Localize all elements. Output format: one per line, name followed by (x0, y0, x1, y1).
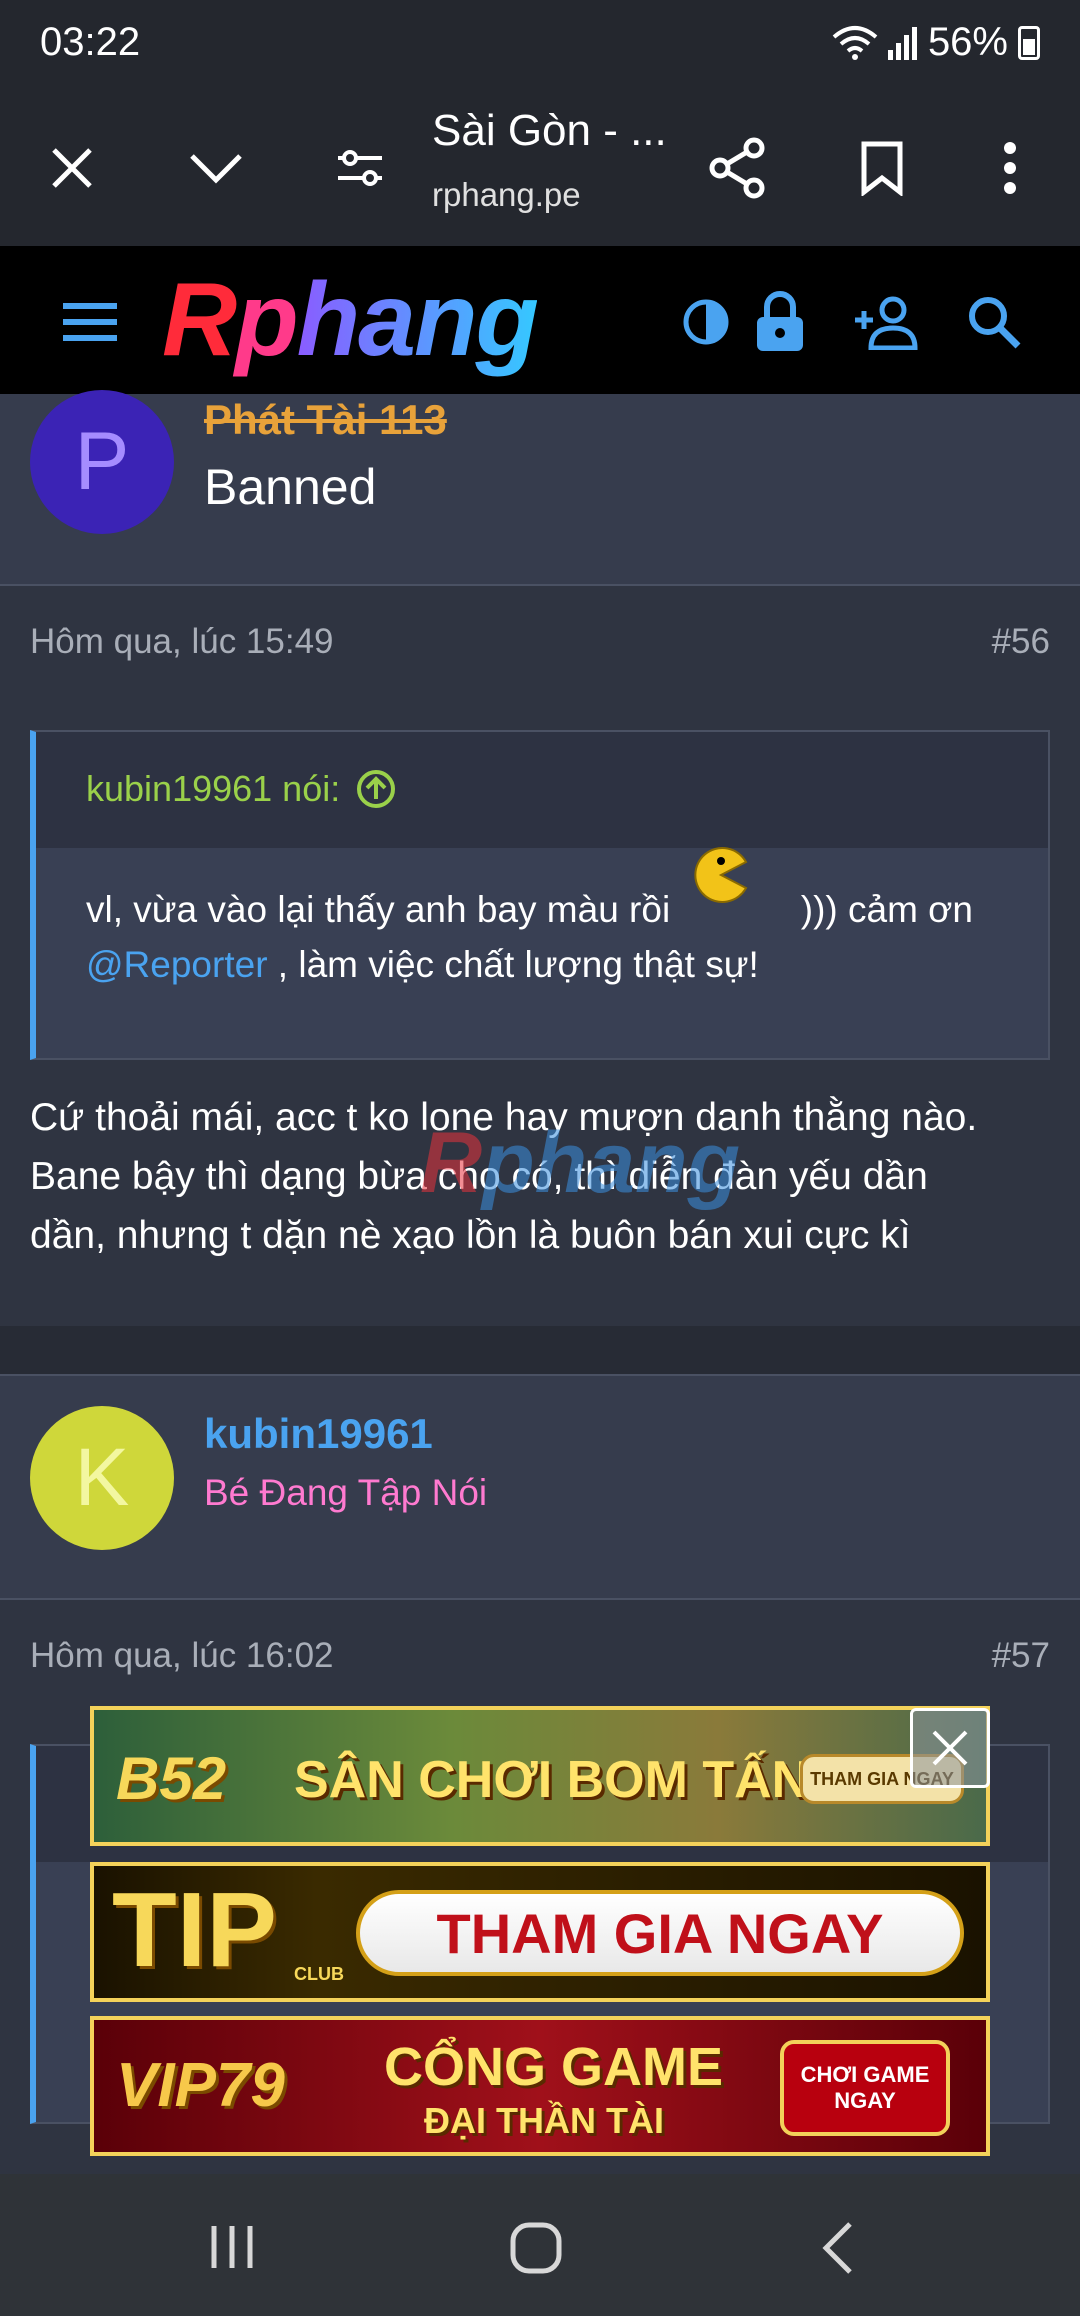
ad-brand: TIP (112, 1871, 277, 1989)
quote-author[interactable]: kubin19961 nói: (86, 768, 396, 810)
post-timestamp[interactable]: Hôm qua, lúc 16:02 (30, 1636, 334, 1676)
close-ad-button[interactable] (910, 1708, 990, 1788)
close-icon (52, 148, 92, 188)
login-button[interactable] (744, 286, 816, 358)
ad-brand-sub: CLUB (294, 1964, 344, 1984)
watermark-logo: Rphang (420, 1115, 741, 1211)
back-button[interactable] (806, 2218, 870, 2278)
ad-banner-tip[interactable]: TIP CLUB THAM GIA NGAY (90, 1862, 990, 2002)
menu-button[interactable] (54, 286, 126, 358)
quote-text-part: , làm việc chất lượng thật sự! (277, 944, 759, 985)
username[interactable]: Phát Tài 113 (204, 396, 447, 444)
quote-text-part: vl, vừa vào lại thấy anh bay màu rồi (86, 889, 671, 930)
wifi-icon (832, 25, 878, 60)
bookmark-button[interactable] (842, 128, 922, 208)
register-button[interactable] (850, 286, 922, 358)
ad-subheadline: ĐẠI THẦN TÀI (424, 2100, 664, 2141)
post-number[interactable]: #57 (992, 1636, 1050, 1676)
ad-brand: B52 (116, 1745, 227, 1812)
status-bar: 03:22 56% (0, 0, 1080, 92)
pacman-emoji-icon (680, 847, 790, 932)
tune-icon (338, 150, 382, 186)
add-user-icon (855, 296, 918, 350)
lock-icon (757, 291, 803, 351)
post-user-bar: P Phát Tài 113 Banned (0, 390, 1080, 586)
page-title[interactable]: Sài Gòn - ... (432, 106, 672, 156)
site-logo[interactable]: Rphang (162, 268, 539, 372)
battery-percent: 56% (927, 20, 1008, 64)
close-tab-button[interactable] (32, 128, 112, 208)
browser-toolbar: Sài Gòn - ... rphang.pe (0, 92, 1080, 246)
back-icon (822, 2222, 852, 2274)
ad-banner-vip79[interactable]: VIP79 CỔNG GAME ĐẠI THẦN TÀI CHƠI GAME N… (90, 2016, 990, 2156)
ad-banner-b52[interactable]: B52 SÂN CHƠI BOM TẤN THAM GIA NGAY (90, 1706, 990, 1846)
hamburger-icon (63, 303, 117, 341)
avatar[interactable]: P (30, 390, 174, 534)
status-icons: 56% (832, 20, 1040, 65)
ad-brand: VIP79 (116, 2051, 285, 2120)
site-header: Rphang (0, 246, 1080, 394)
post-timestamp[interactable]: Hôm qua, lúc 15:49 (30, 622, 334, 662)
theme-toggle-button[interactable] (670, 286, 742, 358)
minimize-button[interactable] (176, 128, 256, 208)
quote-text-part: ))) cảm ơn (800, 889, 974, 930)
quote-text: vl, vừa vào lại thấy anh bay màu rồi )))… (86, 847, 974, 992)
post: Hôm qua, lúc 15:49 #56 kubin19961 nói: v… (0, 586, 1080, 1326)
quote-header: kubin19961 nói: (36, 732, 1048, 848)
post-body-line: dần, nhưng t dặn nè xạo lồn là buôn bán … (30, 1214, 911, 1257)
arrow-up-circle-icon[interactable] (356, 769, 396, 809)
chevron-down-icon (190, 154, 242, 184)
post-separator (0, 1326, 1080, 1374)
page-url[interactable]: rphang.pe (432, 176, 581, 214)
post-user-bar: K kubin19961 Bé Đang Tập Nói (0, 1374, 1080, 1600)
ad-headline: CỔNG GAME (384, 2037, 724, 2097)
share-button[interactable] (698, 128, 778, 208)
ad-cta: CHƠI GAME NGAY (780, 2040, 950, 2136)
site-settings-button[interactable] (320, 128, 400, 208)
avatar[interactable]: K (30, 1406, 174, 1550)
share-icon (709, 137, 765, 199)
quote-block: kubin19961 nói: vl, vừa vào lại thấy anh… (30, 730, 1050, 1060)
user-title: Bé Đang Tập Nói (204, 1472, 488, 1513)
quote-author-label: kubin19961 nói: (86, 768, 341, 809)
system-nav-bar (0, 2174, 1080, 2316)
mention-link[interactable]: @Reporter (86, 944, 268, 985)
username[interactable]: kubin19961 (204, 1410, 433, 1458)
search-icon (969, 297, 1021, 349)
close-icon (932, 1730, 968, 1766)
battery-icon (1018, 25, 1040, 60)
recent-apps-icon (211, 2226, 253, 2268)
signal-icon (887, 26, 917, 60)
contrast-icon (683, 299, 729, 345)
user-title: Banned (204, 459, 377, 515)
ad-cta: THAM GIA NGAY (356, 1890, 964, 1976)
bookmark-icon (861, 141, 903, 196)
recent-apps-button[interactable] (200, 2220, 264, 2274)
home-icon (510, 2222, 562, 2274)
home-button[interactable] (504, 2216, 568, 2280)
more-options-button[interactable] (970, 128, 1050, 208)
post-number[interactable]: #56 (992, 622, 1050, 662)
status-time: 03:22 (40, 20, 141, 64)
ad-headline: SÂN CHƠI BOM TẤN (294, 1751, 810, 1809)
more-vert-icon (1004, 142, 1016, 194)
search-button[interactable] (958, 286, 1030, 358)
